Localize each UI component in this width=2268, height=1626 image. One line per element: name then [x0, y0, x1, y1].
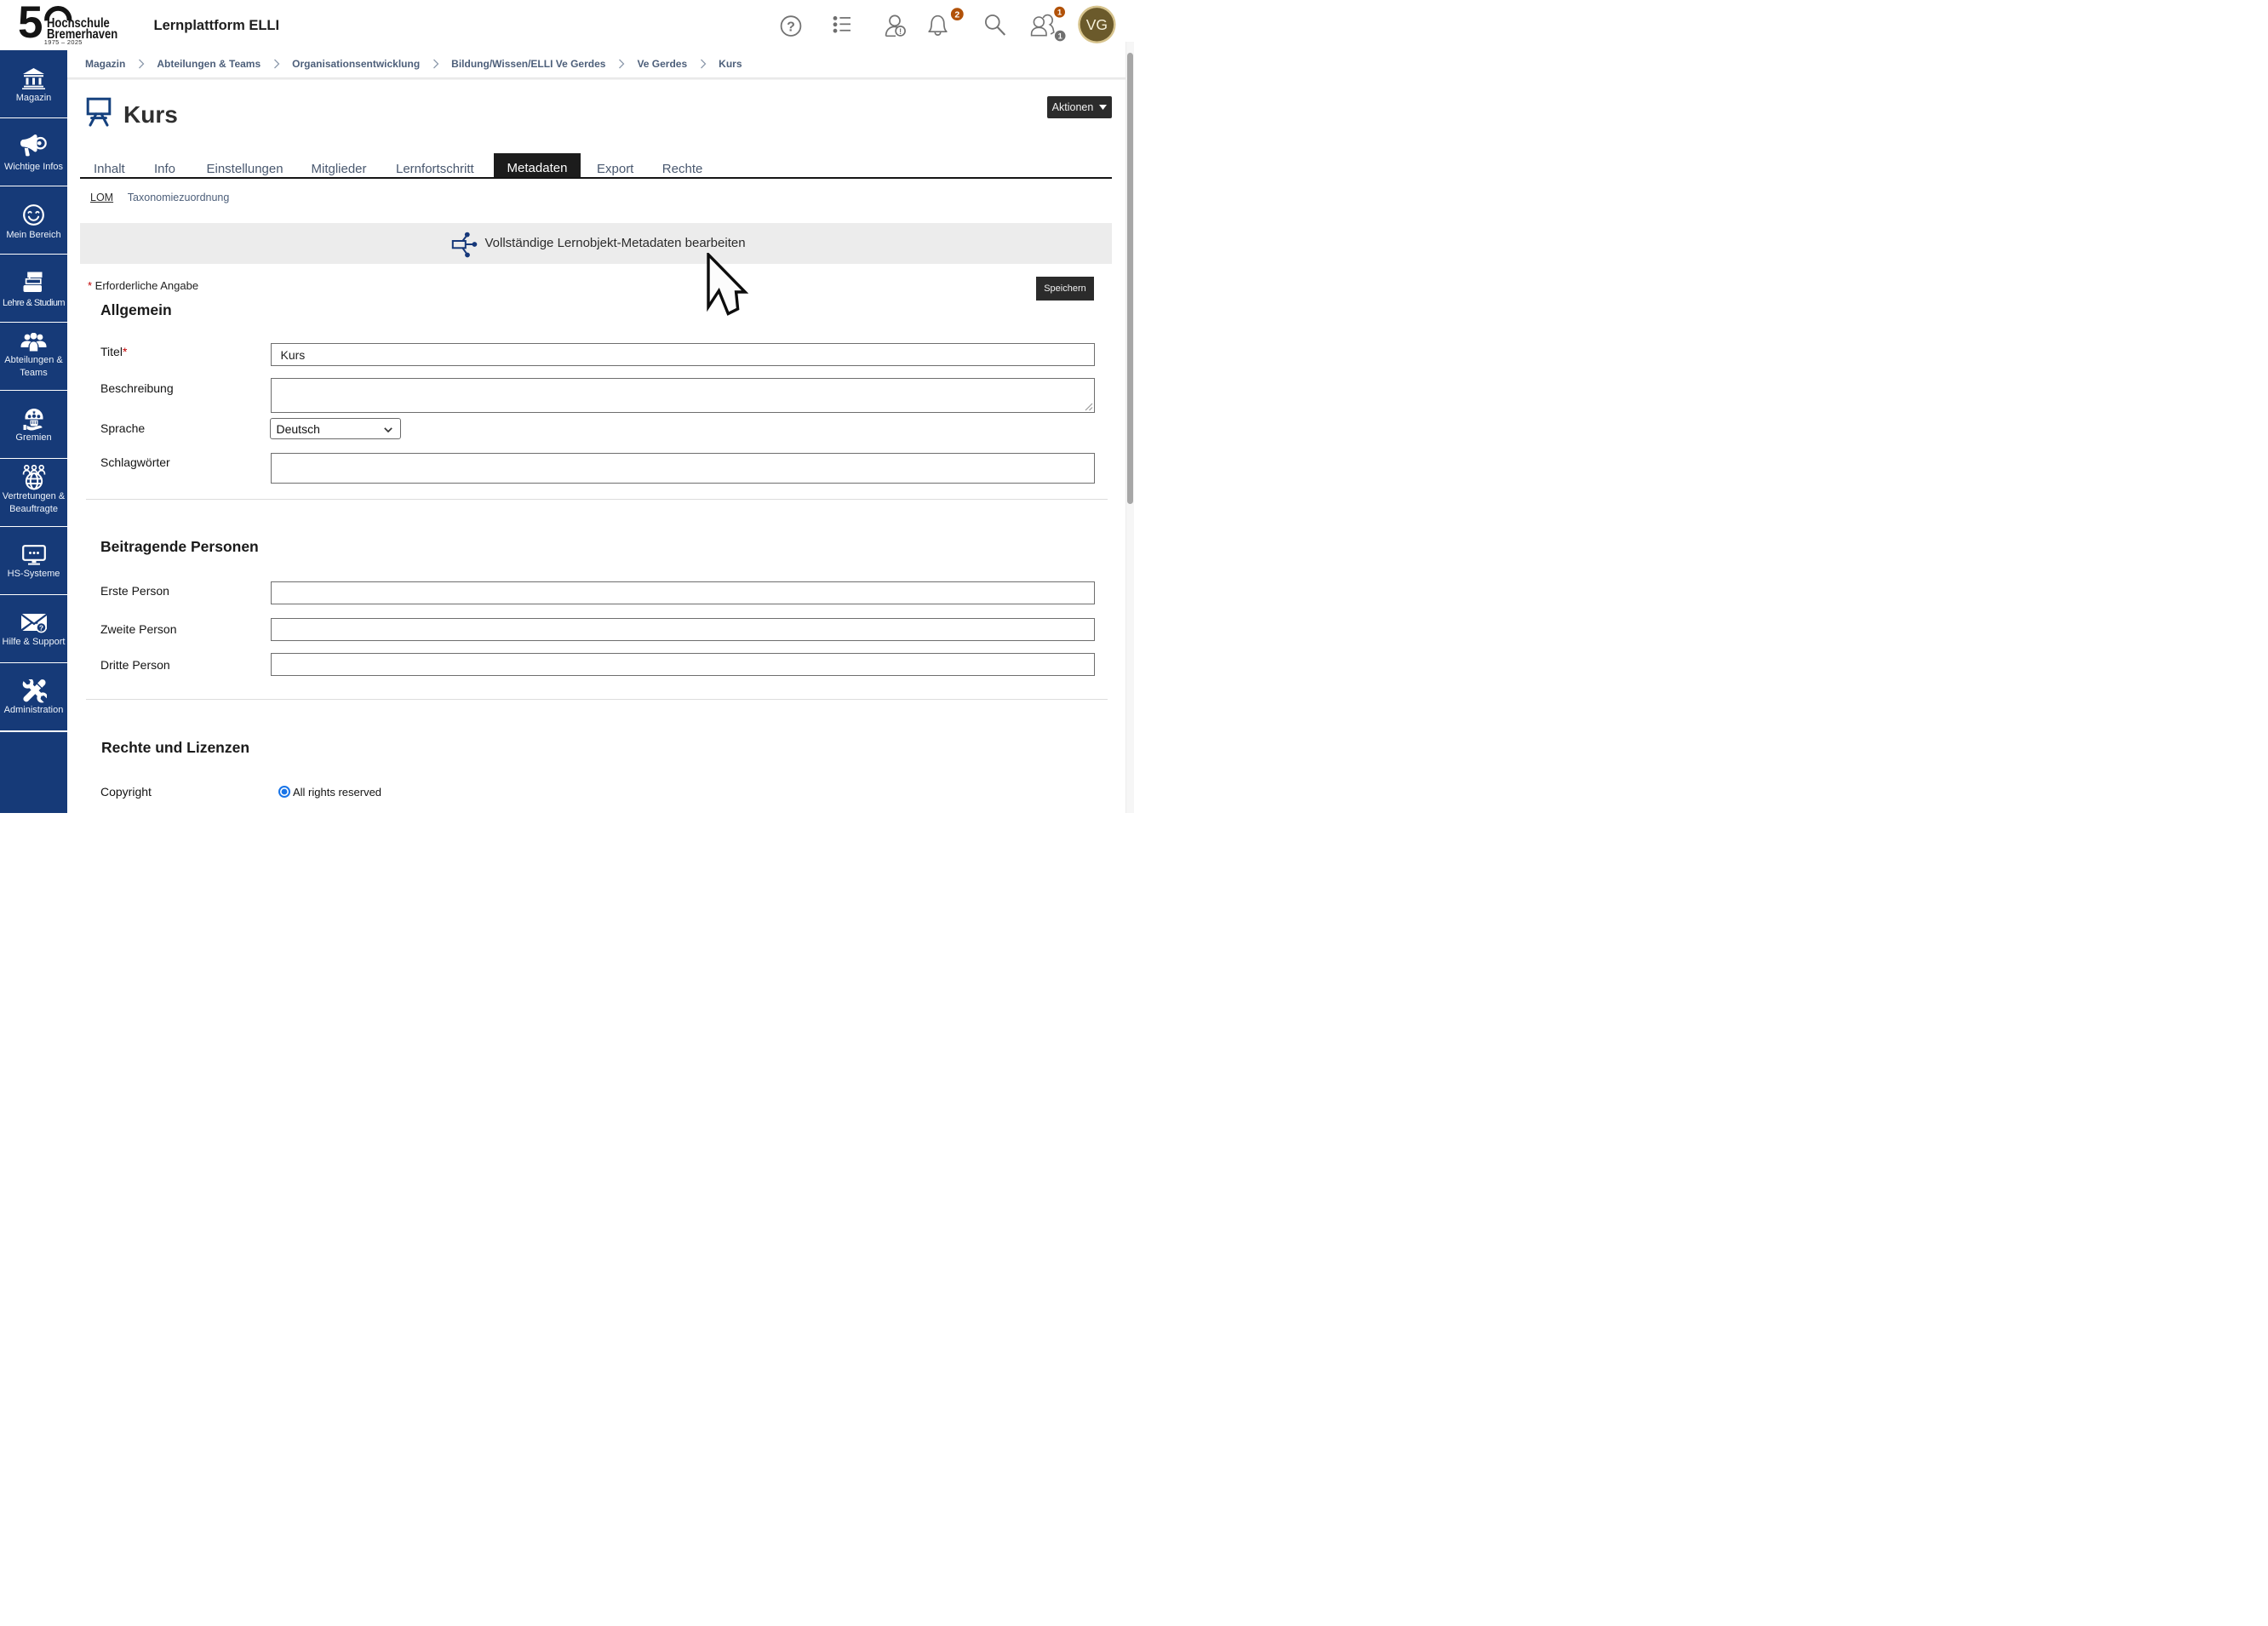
svg-text:1: 1 — [1057, 9, 1062, 17]
svg-text:?: ? — [787, 20, 795, 34]
svg-text:!: ! — [899, 27, 902, 37]
svg-text:2: 2 — [954, 10, 959, 20]
svg-text:VG: VG — [1086, 16, 1108, 33]
svg-text:1: 1 — [1058, 32, 1062, 41]
svg-text:?: ? — [39, 623, 43, 632]
